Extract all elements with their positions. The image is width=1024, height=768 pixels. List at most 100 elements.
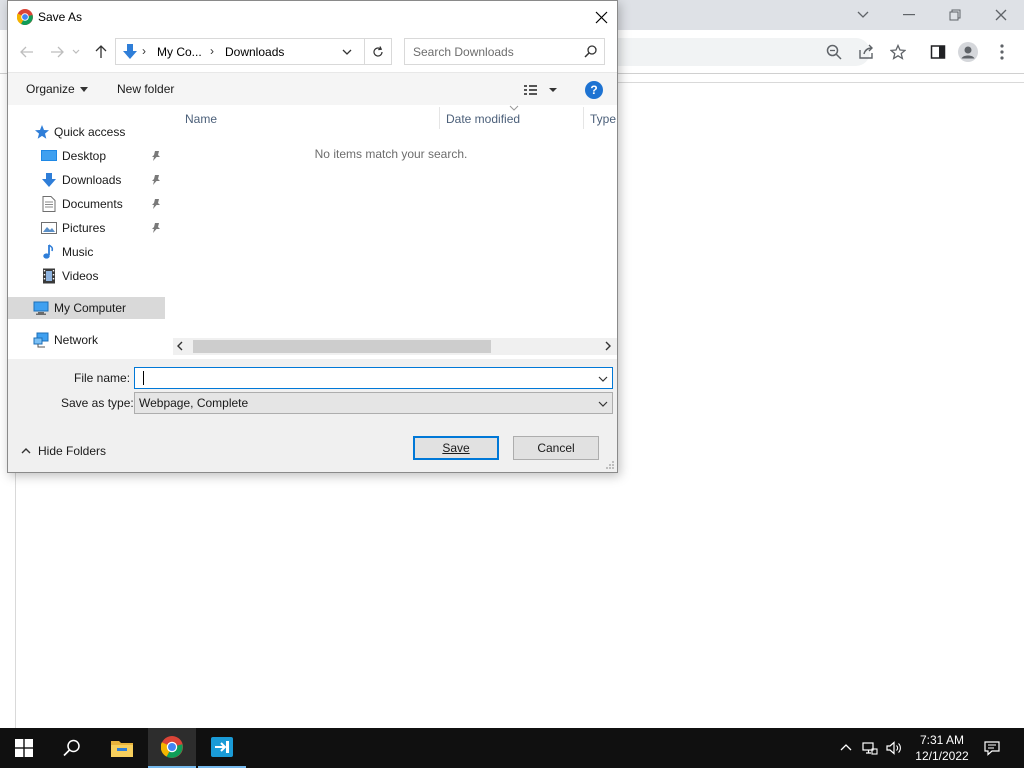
column-header-date-modified[interactable]: Date modified [446, 112, 520, 126]
command-bar: Organize New folder ? [8, 72, 617, 105]
chrome-icon [17, 9, 33, 25]
nav-label: Documents [62, 197, 123, 211]
navigation-bar: › My Co... › Downloads Search Downloads [8, 32, 617, 72]
search-input[interactable]: Search Downloads [413, 45, 514, 59]
remote-app-icon [211, 737, 233, 757]
chevron-down-icon[interactable] [597, 398, 609, 410]
search-box[interactable]: Search Downloads [404, 38, 605, 65]
nav-item-desktop[interactable]: Desktop [8, 145, 165, 167]
profile-avatar-icon[interactable] [958, 42, 978, 62]
search-icon[interactable] [583, 44, 599, 60]
nav-item-pictures[interactable]: Pictures [8, 217, 165, 239]
taskbar-chrome[interactable] [148, 728, 196, 768]
chevron-up-icon[interactable] [838, 740, 854, 756]
chevron-down-icon[interactable] [597, 373, 609, 385]
organize-menu[interactable]: Organize [26, 82, 88, 96]
network-icon [33, 332, 49, 348]
column-header-name[interactable]: Name [185, 112, 217, 126]
tab-search-icon[interactable] [852, 4, 874, 26]
nav-item-quick-access[interactable]: Quick access [8, 121, 165, 143]
nav-label: Downloads [62, 173, 122, 187]
taskbar-file-explorer[interactable] [98, 728, 146, 768]
bookmark-star-icon[interactable] [888, 42, 908, 62]
more-menu-icon[interactable] [992, 42, 1012, 62]
scroll-right-icon[interactable] [603, 341, 613, 351]
address-bar[interactable]: › My Co... › Downloads [115, 38, 365, 65]
browser-close-icon[interactable] [990, 4, 1012, 26]
breadcrumb-my-computer[interactable]: My Co... [157, 45, 202, 59]
column-divider[interactable] [583, 107, 584, 129]
dialog-close-button[interactable] [586, 4, 616, 30]
document-icon [42, 196, 56, 212]
forward-arrow-icon [51, 46, 64, 58]
hide-folders-label: Hide Folders [38, 444, 107, 458]
pin-icon [152, 151, 160, 161]
horizontal-scrollbar[interactable] [173, 338, 617, 355]
network-tray-icon[interactable] [862, 740, 878, 756]
refresh-button[interactable] [365, 38, 392, 65]
help-button[interactable]: ? [585, 81, 603, 99]
taskbar-app[interactable] [198, 728, 246, 768]
share-icon[interactable] [856, 42, 876, 62]
system-clock[interactable]: 7:31 AM 12/1/2022 [910, 732, 974, 764]
pin-icon [152, 175, 160, 185]
cancel-button[interactable]: Cancel [513, 436, 599, 460]
nav-item-documents[interactable]: Documents [8, 193, 165, 215]
clock-time: 7:31 AM [919, 733, 965, 747]
address-dropdown-icon[interactable] [340, 45, 354, 59]
star-icon [35, 125, 49, 139]
organize-label: Organize [26, 82, 75, 96]
forward-button[interactable] [47, 42, 67, 62]
help-icon: ? [590, 83, 598, 97]
chevron-up-icon [21, 448, 31, 454]
details-view-icon [524, 85, 537, 95]
dialog-titlebar: Save As [8, 1, 617, 32]
side-panel-icon[interactable] [928, 42, 948, 62]
volume-icon[interactable] [886, 740, 902, 756]
save-as-type-select[interactable]: Webpage, Complete [134, 392, 613, 414]
caret-down-icon [79, 87, 88, 93]
file-list-pane: Name Date modified Type No items match y… [165, 105, 617, 359]
nav-item-videos[interactable]: Videos [8, 265, 165, 287]
nav-item-network[interactable]: Network [8, 329, 165, 351]
new-folder-button[interactable]: New folder [117, 82, 174, 96]
breadcrumb-downloads[interactable]: Downloads [225, 45, 284, 59]
column-header-type[interactable]: Type [590, 112, 616, 126]
start-button[interactable] [0, 728, 48, 768]
sort-indicator-icon [509, 105, 519, 111]
chevron-down-icon [72, 49, 80, 54]
file-name-input[interactable] [139, 370, 589, 386]
clock-date: 12/1/2022 [915, 749, 969, 763]
save-button[interactable]: Save [413, 436, 499, 460]
scrollbar-thumb[interactable] [193, 340, 491, 353]
recent-locations-button[interactable] [70, 42, 82, 62]
windows-logo-icon [15, 739, 33, 757]
nav-label: Quick access [54, 125, 126, 139]
nav-item-music[interactable]: Music [8, 241, 165, 263]
scroll-left-icon[interactable] [175, 341, 185, 351]
notification-icon[interactable] [984, 740, 1000, 756]
folder-icon [111, 741, 133, 757]
up-arrow-icon [95, 45, 107, 58]
restore-icon[interactable] [944, 4, 966, 26]
cancel-button-label: Cancel [537, 441, 575, 455]
taskbar-search-button[interactable] [48, 728, 96, 768]
resize-grip-icon[interactable] [605, 460, 615, 470]
nav-item-my-computer[interactable]: My Computer [8, 297, 165, 319]
nav-label: Videos [62, 269, 99, 283]
back-button[interactable] [17, 42, 37, 62]
download-arrow-icon [42, 173, 56, 187]
minimize-icon[interactable] [898, 4, 920, 26]
column-divider[interactable] [439, 107, 440, 129]
file-name-combobox[interactable] [134, 367, 613, 389]
nav-label: Pictures [62, 221, 106, 235]
nav-item-downloads[interactable]: Downloads [8, 169, 165, 191]
film-icon [43, 268, 55, 284]
refresh-icon [373, 45, 383, 57]
up-button[interactable] [91, 42, 111, 62]
nav-label: Network [54, 333, 99, 347]
zoom-icon[interactable] [824, 42, 844, 62]
pin-icon [152, 199, 160, 209]
change-view-button[interactable] [522, 81, 562, 99]
desktop-icon [41, 150, 57, 161]
